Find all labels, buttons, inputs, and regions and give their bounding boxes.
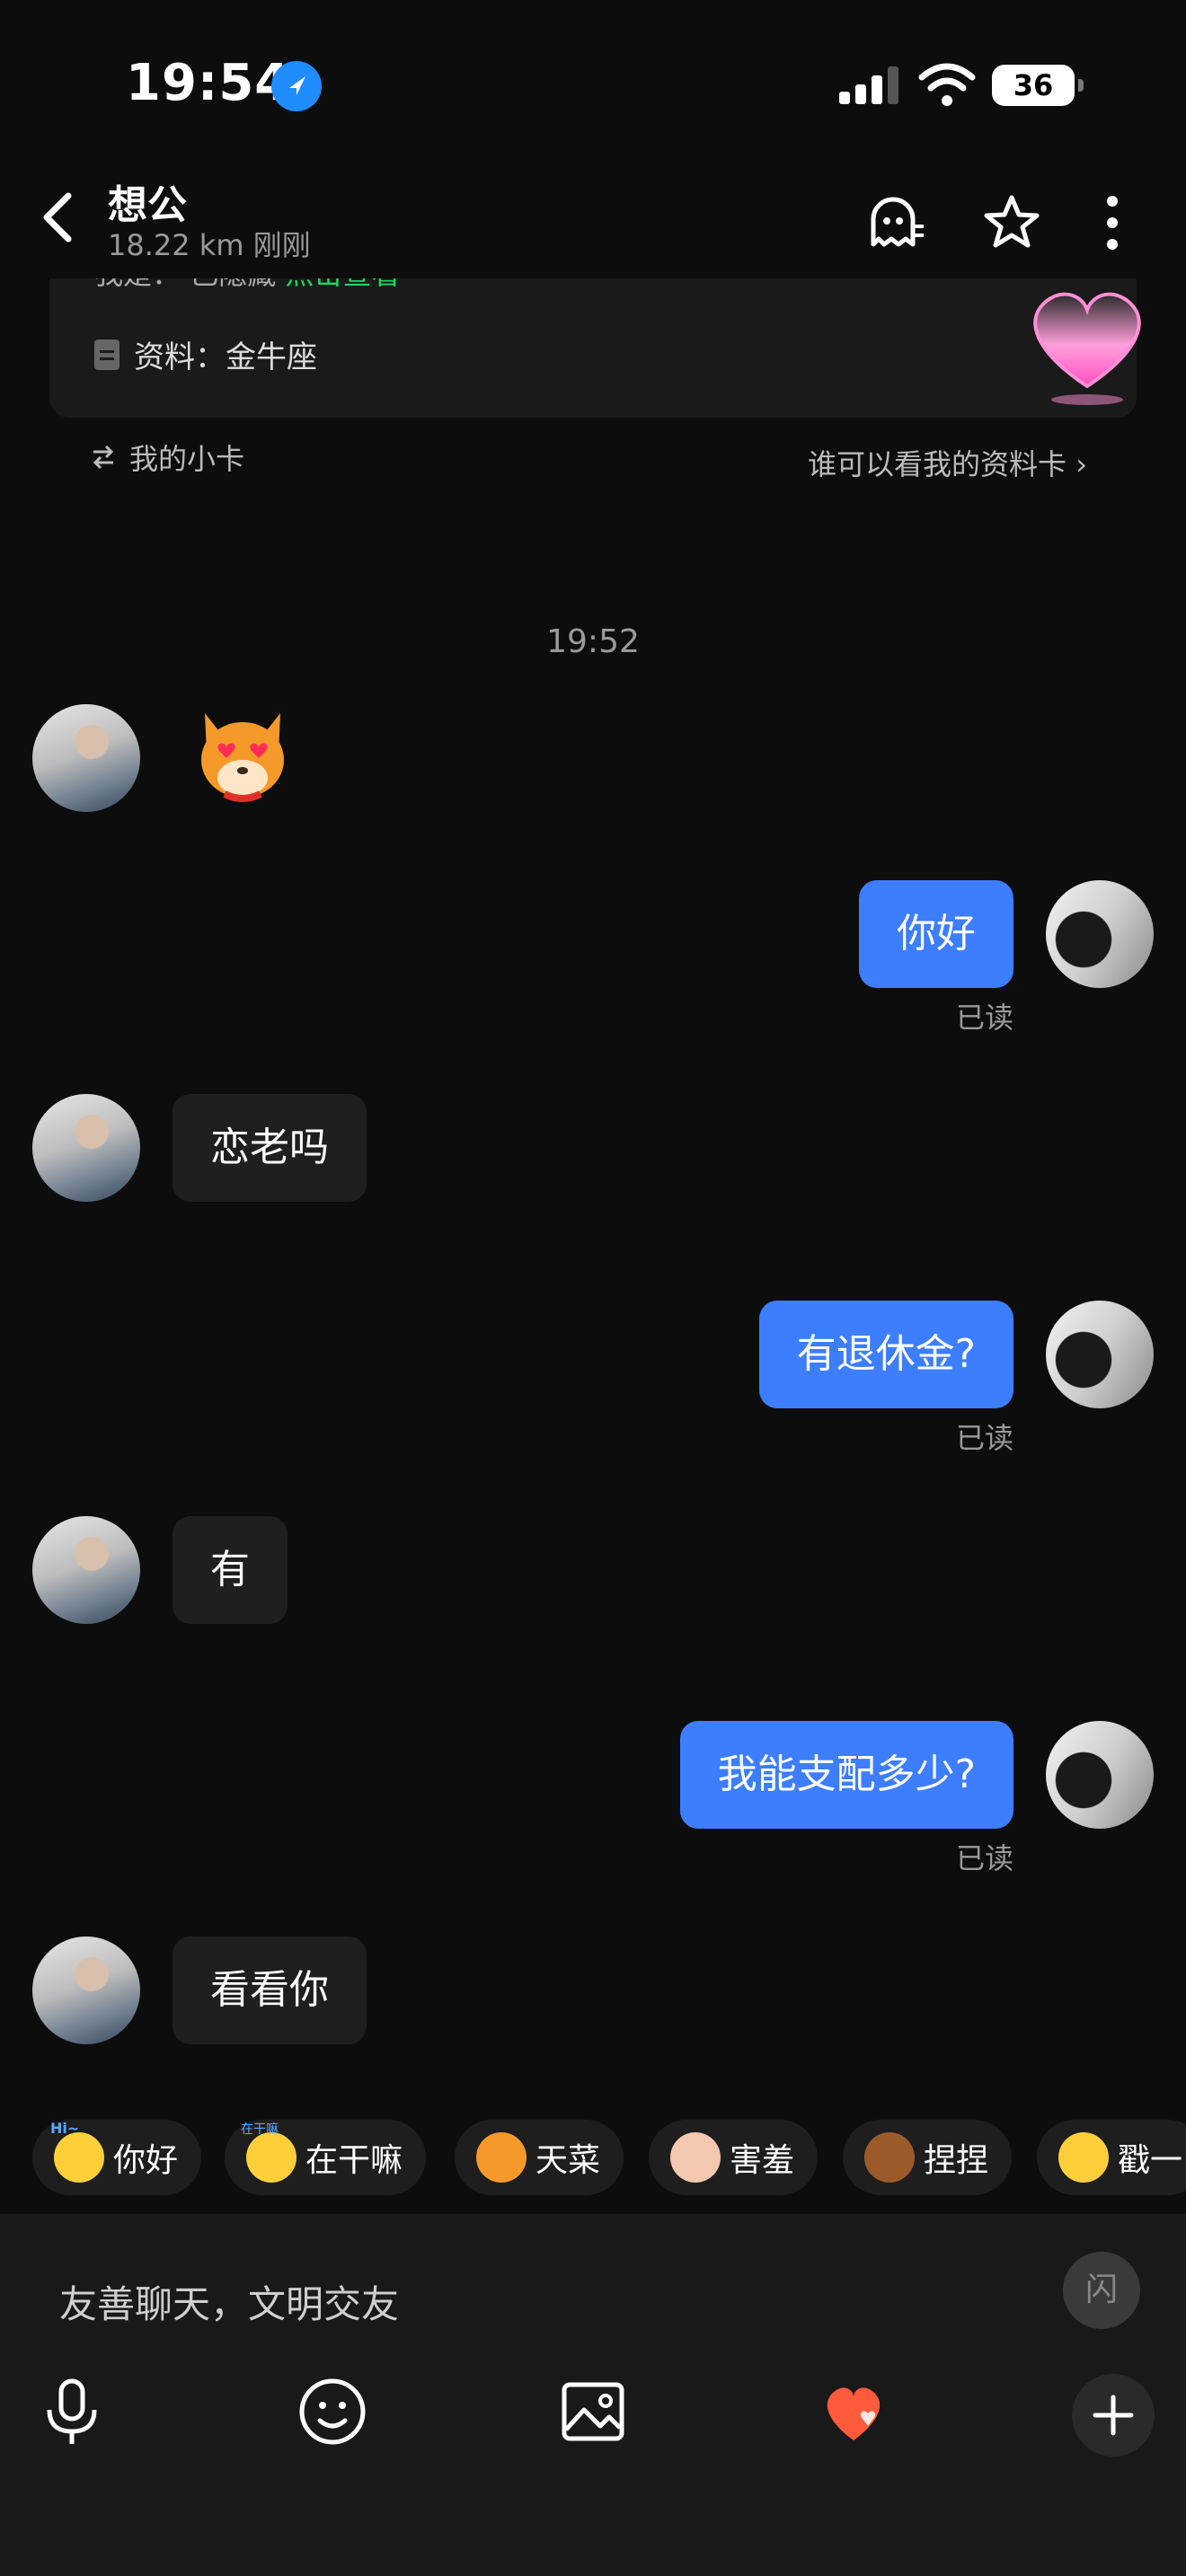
quick-reply-chip[interactable]: 在干嘛 在干嘛 bbox=[225, 2120, 427, 2195]
location-arrow-icon bbox=[271, 61, 322, 111]
outgoing-message-bubble[interactable]: 你好 bbox=[859, 880, 1013, 988]
peer-avatar[interactable] bbox=[32, 704, 140, 812]
swap-icon bbox=[93, 445, 114, 470]
heart-decoration-icon[interactable] bbox=[1015, 269, 1159, 413]
wifi-icon bbox=[918, 63, 976, 108]
image-icon bbox=[562, 2382, 624, 2441]
ghost-icon bbox=[871, 197, 924, 247]
my-card-label: 我的小卡 bbox=[129, 442, 245, 476]
read-receipt: 已读 bbox=[955, 1841, 1013, 1875]
my-card-toggle[interactable]: 我的小卡 bbox=[90, 437, 244, 478]
pointing-hand-icon bbox=[1058, 2132, 1109, 2183]
outgoing-message-bubble[interactable]: 有退休金? bbox=[758, 1301, 1013, 1408]
status-bar: 19:54 36 bbox=[0, 0, 1186, 171]
info-row-label: 资料： bbox=[134, 340, 226, 375]
my-avatar[interactable] bbox=[1046, 1721, 1154, 1829]
more-options-button[interactable] bbox=[1080, 190, 1145, 255]
heart-icon bbox=[827, 2387, 881, 2440]
chat-header: 想公 18.22 km 刚刚 bbox=[0, 171, 1186, 278]
quick-reply-label: 戳一 bbox=[1118, 2142, 1183, 2179]
incoming-message-bubble[interactable]: 看看你 bbox=[173, 1936, 367, 2044]
cellular-signal-icon bbox=[839, 66, 900, 104]
microphone-icon bbox=[47, 2378, 97, 2444]
incoming-message-bubble[interactable]: 有 bbox=[173, 1516, 288, 1624]
status-time: 19:54 bbox=[126, 54, 291, 112]
favorite-button[interactable] bbox=[979, 190, 1044, 255]
contact-name[interactable]: 想公 bbox=[108, 172, 187, 230]
image-button[interactable] bbox=[548, 2367, 638, 2457]
bear-icon bbox=[864, 2132, 915, 2183]
card-visibility-link[interactable]: 谁可以看我的资料卡 › bbox=[808, 442, 1087, 483]
kiss-face-badge: 在干嘛 bbox=[241, 2122, 279, 2137]
quick-reply-chip[interactable]: 捏捏 bbox=[843, 2120, 1013, 2195]
profile-card-links: 我的小卡 谁可以看我的资料卡 › bbox=[0, 431, 1186, 485]
quick-reply-label: 天菜 bbox=[535, 2142, 601, 2179]
read-receipt: 已读 bbox=[955, 1421, 1013, 1455]
incoming-message-bubble[interactable]: 恋老吗 bbox=[173, 1094, 367, 1202]
read-receipt: 已读 bbox=[955, 1001, 1013, 1035]
star-icon bbox=[984, 195, 1040, 248]
voice-button[interactable] bbox=[27, 2367, 117, 2457]
hi-face-badge: Hi~ bbox=[50, 2120, 80, 2137]
quick-reply-bar: Hi~ 你好 在干嘛 在干嘛 天菜 害羞 捏捏 戳一 bbox=[0, 2120, 1186, 2201]
cat-face-icon bbox=[476, 2132, 527, 2183]
gift-heart-button[interactable] bbox=[809, 2367, 898, 2457]
flash-message-button[interactable]: 闪 bbox=[1063, 2252, 1140, 2329]
kiss-face-icon: 在干嘛 bbox=[241, 2122, 296, 2183]
info-row-value: 金牛座 bbox=[226, 340, 317, 375]
quick-reply-chip[interactable]: Hi~ 你好 bbox=[32, 2120, 202, 2195]
plus-icon bbox=[1093, 2395, 1134, 2436]
heart-eyes-dog-sticker[interactable] bbox=[189, 701, 296, 808]
message-composer: 闪 bbox=[0, 2214, 1186, 2576]
quick-reply-chip[interactable]: 天菜 bbox=[455, 2120, 624, 2195]
document-icon bbox=[94, 339, 119, 370]
emoji-button[interactable] bbox=[288, 2367, 377, 2457]
smiley-icon bbox=[299, 2378, 366, 2445]
contact-distance: 18.22 km bbox=[108, 228, 244, 262]
contact-last-active: 刚刚 bbox=[252, 228, 311, 262]
peer-avatar[interactable] bbox=[32, 1094, 140, 1202]
peer-avatar[interactable] bbox=[32, 1936, 140, 2044]
more-actions-button[interactable] bbox=[1072, 2374, 1155, 2457]
quick-reply-label: 在干嘛 bbox=[305, 2142, 403, 2179]
my-avatar[interactable] bbox=[1046, 1301, 1154, 1408]
hi-face-icon: Hi~ bbox=[50, 2120, 104, 2183]
quick-reply-label: 害羞 bbox=[730, 2142, 795, 2179]
quick-reply-label: 你好 bbox=[113, 2142, 179, 2179]
quick-reply-chip[interactable]: 戳一 bbox=[1037, 2120, 1186, 2195]
message-input[interactable] bbox=[59, 2268, 1030, 2340]
contact-meta: 18.22 km 刚刚 bbox=[108, 223, 311, 264]
more-vertical-icon bbox=[1107, 196, 1118, 250]
battery-icon: 36 bbox=[992, 65, 1084, 106]
profile-info-row: 资料：金牛座 bbox=[94, 332, 317, 376]
quick-reply-label: 捏捏 bbox=[924, 2142, 989, 2179]
my-avatar[interactable] bbox=[1046, 880, 1154, 988]
ghost-mode-button[interactable] bbox=[863, 190, 927, 255]
back-arrow-icon[interactable] bbox=[36, 190, 83, 244]
quick-reply-chip[interactable]: 害羞 bbox=[649, 2120, 819, 2195]
outgoing-message-bubble[interactable]: 我能支配多少? bbox=[679, 1721, 1013, 1829]
peer-avatar[interactable] bbox=[32, 1516, 140, 1624]
chat-timestamp: 19:52 bbox=[546, 623, 640, 660]
shy-icon bbox=[670, 2132, 721, 2183]
